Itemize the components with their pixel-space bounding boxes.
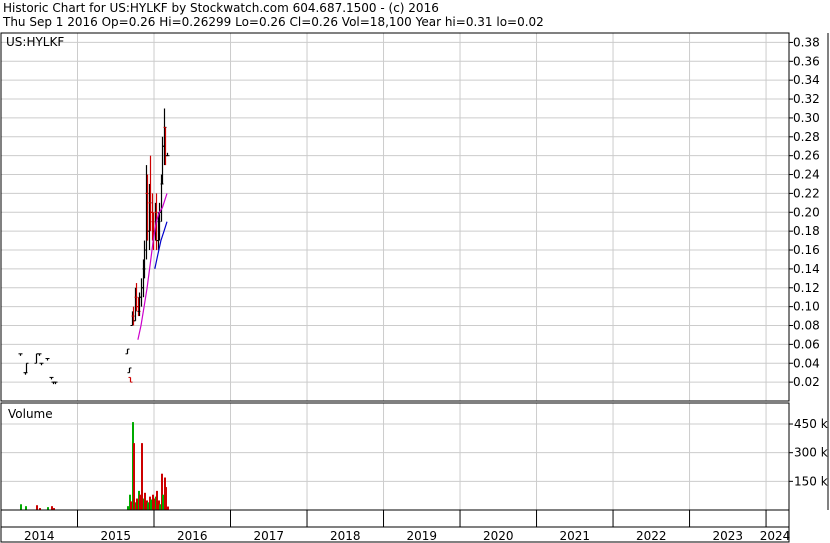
volume-bar — [156, 490, 158, 510]
volume-tick-label: 300 k — [794, 446, 828, 460]
stock-chart: Historic Chart for US:HYLKF by Stockwatc… — [0, 0, 830, 543]
volume-bar — [159, 504, 161, 510]
year-tick-label: 2024 — [760, 529, 791, 543]
volume-bar — [165, 487, 167, 510]
price-tick-label: 0.24 — [793, 168, 820, 182]
price-tick-label: 0.18 — [793, 224, 820, 238]
year-tick-label: 2022 — [636, 529, 667, 543]
year-tick-label: 2017 — [253, 529, 284, 543]
volume-bar — [130, 501, 132, 510]
volume-tick-label: 450 k — [794, 417, 828, 431]
chart-background — [0, 0, 830, 543]
volume-bar — [167, 506, 169, 510]
price-tick-label: 0.14 — [793, 262, 820, 276]
price-tick-label: 0.04 — [793, 356, 820, 370]
price-tick-label: 0.22 — [793, 186, 820, 200]
volume-bar — [144, 492, 146, 510]
volume-bar — [141, 443, 143, 510]
volume-tick-label: 150 k — [794, 474, 828, 488]
year-tick-label: 2015 — [100, 529, 131, 543]
volume-bar — [133, 443, 135, 510]
price-tick-label: 0.16 — [793, 243, 820, 257]
volume-bar — [36, 505, 38, 510]
price-tick-label: 0.20 — [793, 205, 820, 219]
price-tick-label: 0.08 — [793, 319, 820, 333]
volume-bar — [20, 504, 22, 510]
price-tick-label: 0.28 — [793, 130, 820, 144]
chart-header-line2: Thu Sep 1 2016 Op=0.26 Hi=0.26299 Lo=0.2… — [2, 15, 544, 29]
price-tick-label: 0.38 — [793, 35, 820, 49]
price-tick-label: 0.32 — [793, 92, 820, 106]
price-tick-label: 0.26 — [793, 149, 820, 163]
price-tick-label: 0.10 — [793, 300, 820, 314]
year-tick-label: 2018 — [330, 529, 361, 543]
year-tick-label: 2020 — [483, 529, 514, 543]
price-tick-label: 0.36 — [793, 54, 820, 68]
volume-bar — [25, 506, 27, 510]
year-tick-label: 2023 — [713, 529, 744, 543]
volume-bar — [136, 498, 138, 510]
volume-bar — [139, 494, 141, 510]
price-tick-label: 0.06 — [793, 337, 820, 351]
volume-bar — [162, 494, 164, 510]
volume-bar — [153, 498, 155, 510]
price-tick-label: 0.12 — [793, 281, 820, 295]
price-tick-label: 0.30 — [793, 111, 820, 125]
year-tick-label: 2021 — [560, 529, 591, 543]
volume-axis-labels: 450 k 300 k 150 k — [789, 417, 828, 488]
volume-bar — [127, 506, 129, 510]
price-tick-label: 0.02 — [793, 375, 820, 389]
year-tick-label: 2019 — [407, 529, 438, 543]
price-panel-title: US:HYLKF — [6, 35, 64, 49]
chart-header-line1: Historic Chart for US:HYLKF by Stockwatc… — [3, 1, 439, 15]
year-tick-label: 2016 — [177, 529, 208, 543]
volume-bar — [147, 502, 149, 510]
volume-bar — [51, 506, 53, 510]
price-tick-label: 0.34 — [793, 73, 820, 87]
volume-panel-title: Volume — [8, 407, 53, 421]
year-tick-label: 2014 — [24, 529, 55, 543]
volume-bar — [150, 499, 152, 510]
